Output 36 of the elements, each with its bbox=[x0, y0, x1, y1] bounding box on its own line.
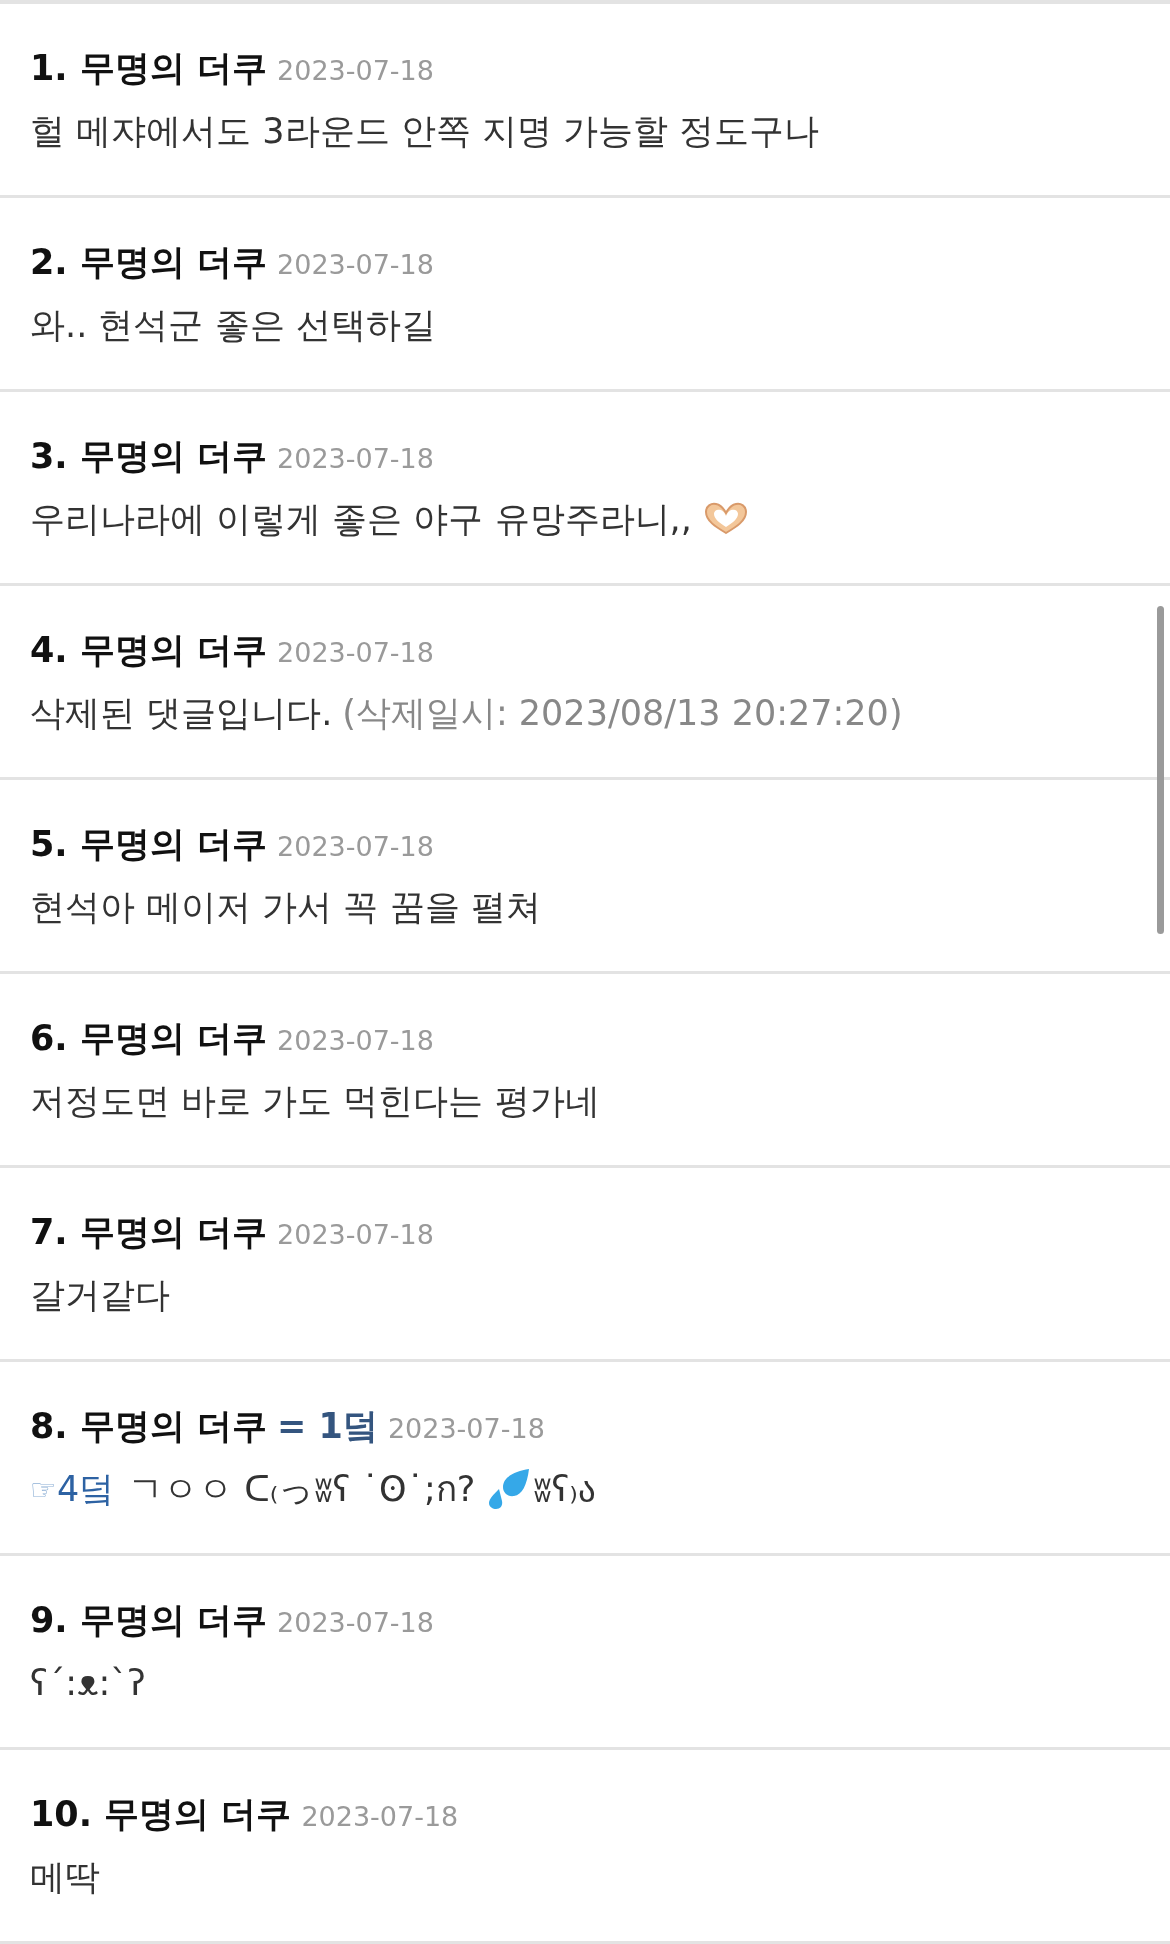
comment-text: ㄱㅇㅇ ᑕ₍っʬʕ ˙ʘ˙;ก? bbox=[128, 1467, 476, 1511]
comment-date: 2023-07-18 bbox=[277, 1024, 434, 1058]
comment-author: 2. 무명의 더쿠 bbox=[30, 241, 268, 284]
comment-text: ʕ´:ᴥ:`ʔ bbox=[30, 1661, 146, 1705]
deleted-time: (삭제일시: 2023/08/13 20:27:20) bbox=[342, 691, 903, 735]
comment-text: ʬʕ₎ა bbox=[533, 1467, 596, 1511]
comment-author: 6. 무명의 더쿠 bbox=[30, 1017, 268, 1060]
pointer-icon: ☞ bbox=[30, 1466, 57, 1512]
comment-text: 삭제된 댓글입니다. bbox=[30, 691, 333, 735]
comment-date: 2023-07-18 bbox=[387, 1412, 545, 1446]
comment-author: 10. 무명의 더쿠 bbox=[30, 1793, 292, 1836]
comment-date: 2023-07-18 bbox=[277, 54, 434, 88]
comment-date: 2023-07-18 bbox=[277, 1606, 434, 1640]
comment-author: 5. 무명의 더쿠 bbox=[30, 823, 268, 866]
comment-date: 2023-07-18 bbox=[277, 1218, 434, 1252]
comment-author: 4. 무명의 더쿠 bbox=[30, 629, 268, 672]
scrollbar[interactable] bbox=[1157, 606, 1164, 934]
comment-text: 갈거같다 bbox=[30, 1273, 170, 1317]
comment-text: 와.. 현석군 좋은 선택하길 bbox=[30, 303, 436, 347]
comment-text: 저정도면 바로 가도 먹힌다는 평가네 bbox=[30, 1079, 600, 1123]
comment-date: 2023-07-18 bbox=[277, 830, 434, 864]
comment-author: 1. 무명의 더쿠 bbox=[30, 47, 268, 90]
comment-text: 우리나라에 이렇게 좋은 야구 유망주라니,, bbox=[30, 497, 692, 541]
comment-text: 메딱 bbox=[30, 1855, 100, 1899]
comment-date: 2023-07-18 bbox=[277, 442, 434, 476]
comment-date: 2023-07-18 bbox=[301, 1800, 459, 1834]
comment-author: 8. 무명의 더쿠 bbox=[30, 1405, 268, 1448]
comment-author: 9. 무명의 더쿠 bbox=[30, 1599, 268, 1642]
comment-author: 7. 무명의 더쿠 bbox=[30, 1211, 268, 1254]
reply-link[interactable]: 4덬 bbox=[56, 1462, 115, 1516]
comment-tag: = 1덬 bbox=[277, 1400, 378, 1453]
comment-author: 3. 무명의 더쿠 bbox=[30, 435, 268, 478]
comment-text: 헐 메쟈에서도 3라운드 안쪽 지명 가능할 정도구나 bbox=[30, 109, 820, 153]
comment-date: 2023-07-18 bbox=[277, 248, 434, 282]
comment-date: 2023-07-18 bbox=[277, 636, 434, 670]
comment-text: 현석아 메이저 가서 꼭 꿈을 펼쳐 bbox=[30, 885, 541, 929]
